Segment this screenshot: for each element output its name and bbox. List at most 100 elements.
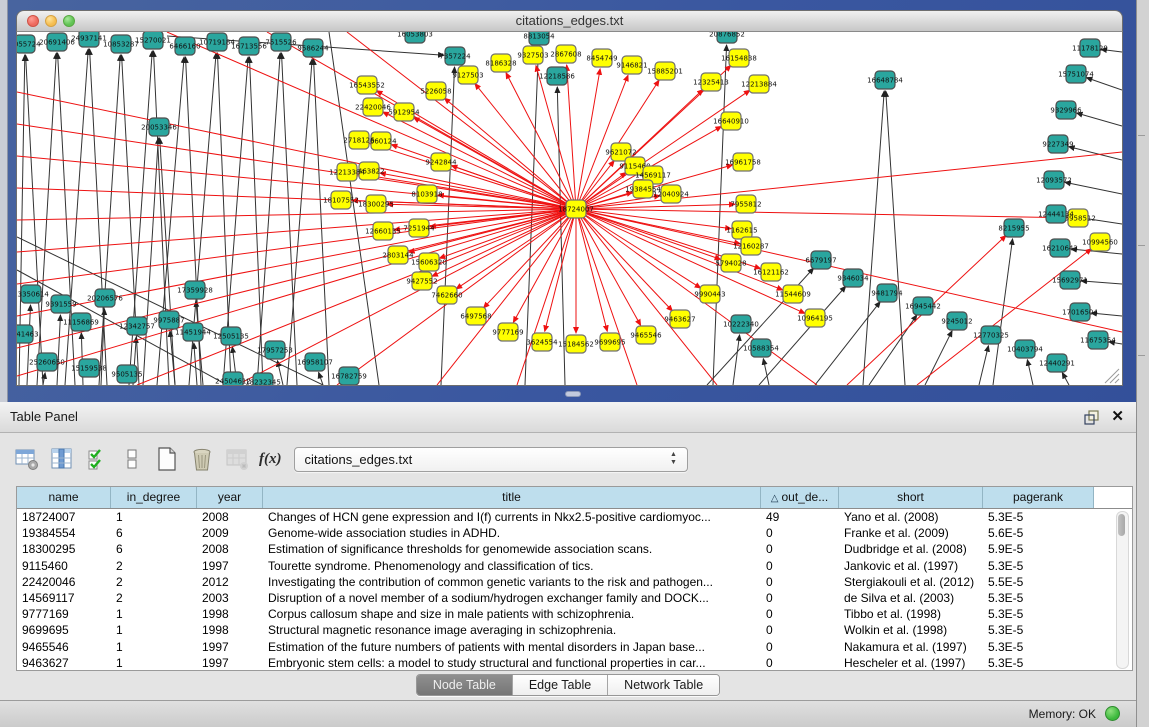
graph-node-label: 16053803 — [397, 32, 433, 39]
table-cell: 22420046 — [17, 575, 111, 589]
left-panel-edge — [0, 0, 8, 402]
table-cell: Stergiakouli et al. (2012) — [839, 575, 983, 589]
graph-node-label: 7251944 — [403, 225, 435, 233]
graph-node-label: 17957253 — [257, 347, 293, 355]
import-table-icon — [224, 446, 250, 472]
show-column-icon[interactable] — [49, 446, 75, 472]
table-cell: 2012 — [197, 575, 263, 589]
black-edge — [886, 91, 905, 385]
select-all-icon[interactable] — [84, 446, 110, 472]
table-row[interactable]: 946554611997Estimation of the future num… — [17, 639, 1132, 655]
graph-node-label: 11178129 — [1072, 45, 1108, 53]
table-tabs-bar: Node TableEdge TableNetwork Table — [0, 674, 1136, 696]
table-row[interactable]: 911546021997Tourette syndrome. Phenomeno… — [17, 558, 1132, 574]
network-table-select[interactable]: citations_edges.txt ▲▼ — [294, 447, 688, 472]
column-header-title[interactable]: title — [263, 487, 761, 508]
column-header-year[interactable]: year — [197, 487, 263, 508]
graph-node-label: 20053346 — [141, 124, 177, 132]
red-edge — [536, 66, 576, 209]
table-row[interactable]: 1456911722003Disruption of a novel membe… — [17, 590, 1132, 606]
table-cell: 5.3E-5 — [983, 591, 1094, 605]
black-edge — [1086, 78, 1122, 90]
graph-node-label: 10853287 — [103, 41, 139, 49]
graph-node-label: 10403794 — [1007, 346, 1043, 354]
table-row[interactable]: 946362711997Embryonic stem cells: a mode… — [17, 655, 1132, 671]
table-cell: Tibbo et al. (1998) — [839, 607, 983, 621]
tab-edge-table[interactable]: Edge Table — [513, 675, 608, 695]
table-scrollbar-thumb[interactable] — [1118, 514, 1125, 536]
table-scrollbar[interactable] — [1116, 511, 1129, 669]
graph-node-label: 2718126 — [343, 137, 375, 145]
graph-canvas-svg[interactable]: 9055724206914062493714110853287152700216… — [17, 32, 1122, 385]
float-panel-icon[interactable] — [1084, 409, 1100, 425]
unselect-all-icon[interactable] — [119, 446, 145, 472]
graph-node-label: 7515526 — [265, 39, 297, 47]
network-window-titlebar[interactable]: citations_edges.txt — [16, 10, 1123, 32]
black-edge — [287, 59, 312, 385]
table-row[interactable]: 977716911998Corpus callosum shape and si… — [17, 606, 1132, 622]
column-header-pagerank[interactable]: pagerank — [983, 487, 1094, 508]
window-edge-rail — [1136, 0, 1149, 727]
graph-node-label: 9777169 — [492, 329, 523, 337]
table-row[interactable]: 969969511998Structural magnetic resonanc… — [17, 622, 1132, 638]
graph-node-label: 11156869 — [63, 319, 99, 327]
graph-node-label: 13350614 — [17, 291, 49, 299]
graph-node-label: 9245012 — [941, 318, 972, 326]
graph-node-label: 10994560 — [1082, 239, 1118, 247]
close-window-button[interactable] — [27, 15, 39, 27]
tab-node-table[interactable]: Node Table — [417, 675, 513, 695]
table-row[interactable]: 1872400712008Changes of HCN gene express… — [17, 509, 1132, 525]
table-cell: Nakamura et al. (1997) — [839, 640, 983, 654]
close-panel-icon[interactable]: ✕ — [1111, 408, 1124, 426]
new-table-icon[interactable] — [154, 446, 180, 472]
graph-node-label: 8454749 — [586, 55, 617, 63]
graph-node-label: 17016504 — [1062, 309, 1098, 317]
resize-grip-icon[interactable] — [1105, 369, 1119, 383]
table-row[interactable]: 2242004622012Investigating the contribut… — [17, 574, 1132, 590]
table-cell: Changes of HCN gene expression and I(f) … — [263, 510, 761, 524]
table-cell: 1998 — [197, 607, 263, 621]
black-edge — [43, 373, 45, 385]
table-row[interactable]: 1830029562008Estimation of significance … — [17, 541, 1132, 557]
network-graph-canvas[interactable]: 9055724206914062493714110853287152700216… — [16, 32, 1123, 386]
table-cell: 5.3E-5 — [983, 623, 1094, 637]
table-cell: 5.3E-5 — [983, 640, 1094, 654]
graph-node-label: 3624554 — [526, 339, 558, 347]
zoom-window-button[interactable] — [63, 15, 75, 27]
graph-node-label: 2803144 — [382, 252, 414, 260]
graph-node-label: 20206576 — [87, 295, 123, 303]
graph-node-label: 20876852 — [709, 32, 745, 39]
table-cell: Investigating the contribution of common… — [263, 575, 761, 589]
graph-node-label: 8103918 — [411, 191, 442, 199]
black-edge — [1077, 113, 1122, 126]
table-cell: 2 — [111, 591, 197, 605]
table-row[interactable]: 1938455462009Genome-wide association stu… — [17, 525, 1132, 541]
graph-node-label: 14569117 — [635, 172, 671, 180]
column-header-in-degree[interactable]: in_degree — [111, 487, 197, 508]
graph-node-label: 6497568 — [460, 313, 491, 321]
graph-node-label: 12325413 — [693, 79, 729, 87]
graph-node-label: 5226058 — [420, 88, 451, 96]
column-header-short[interactable]: short — [839, 487, 983, 508]
memory-status-label: Memory: OK — [1029, 707, 1096, 721]
table-cell: 6 — [111, 526, 197, 540]
column-header-out-de-[interactable]: △out_de... — [761, 487, 839, 508]
table-cell: 0 — [761, 526, 839, 540]
table-cell: 2 — [111, 575, 197, 589]
column-header-name[interactable]: name — [17, 487, 111, 508]
pane-splitter-handle[interactable] — [565, 391, 581, 397]
function-builder-icon[interactable]: f(x) — [259, 451, 282, 468]
graph-node-label: 9327503 — [517, 52, 548, 60]
delete-trash-icon[interactable] — [189, 446, 215, 472]
rail-tick — [1138, 355, 1145, 356]
graph-node-label: 15159538 — [71, 365, 107, 373]
minimize-window-button[interactable] — [45, 15, 57, 27]
graph-node-label: 7955812 — [730, 201, 761, 209]
black-edge — [733, 335, 740, 385]
table-settings-icon[interactable] — [14, 446, 40, 472]
graph-node-label: 1162615 — [726, 227, 757, 235]
tab-network-table[interactable]: Network Table — [608, 675, 719, 695]
table-cell: Corpus callosum shape and size in male p… — [263, 607, 761, 621]
red-edge — [576, 209, 721, 259]
memory-ok-icon[interactable] — [1105, 706, 1120, 721]
